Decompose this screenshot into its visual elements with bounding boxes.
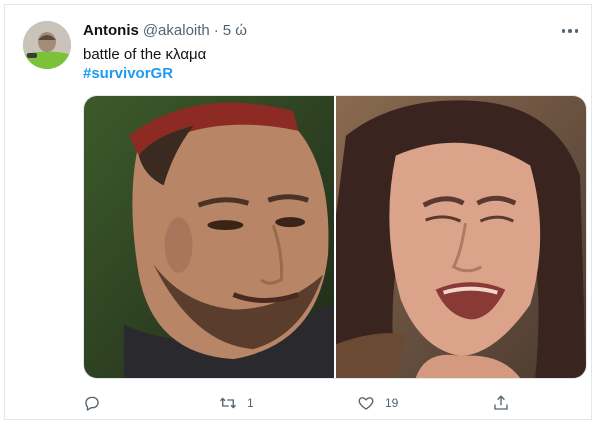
photo-crying-man-icon	[84, 96, 334, 378]
retweet-icon	[220, 397, 236, 409]
retweet-button[interactable]: 1	[219, 391, 254, 415]
media-photo-right[interactable]	[336, 96, 586, 378]
timestamp[interactable]: 5 ώ	[223, 22, 247, 39]
tweet-header: Antonis @akaloith · 5 ώ	[83, 22, 247, 42]
retweet-count: 1	[247, 396, 254, 410]
reply-icon	[85, 396, 99, 411]
media-photo-left[interactable]	[84, 96, 334, 378]
tweet-actions: 1 19	[83, 391, 513, 415]
avatar[interactable]	[23, 21, 71, 69]
like-count: 19	[385, 396, 399, 410]
more-dot-icon	[561, 29, 566, 33]
share-button[interactable]	[492, 391, 510, 415]
display-name[interactable]: Antonis	[83, 22, 139, 39]
user-handle[interactable]: @akaloith	[143, 22, 210, 39]
separator-dot: ·	[213, 22, 219, 39]
reply-button[interactable]	[83, 391, 111, 415]
tweet-text: battle of the κλαμα	[83, 46, 207, 63]
like-button[interactable]: 19	[357, 391, 398, 415]
photo-crying-woman-icon	[336, 96, 586, 378]
heart-icon	[358, 397, 374, 410]
hashtag-link[interactable]: #survivorGR	[83, 64, 173, 84]
share-icon	[494, 395, 508, 410]
media-grid	[83, 95, 587, 379]
tweet-card[interactable]: Antonis @akaloith · 5 ώ battle of the κλ…	[4, 4, 592, 420]
more-dot-icon	[568, 29, 572, 33]
more-dot-icon	[574, 29, 579, 33]
more-options-button[interactable]	[557, 21, 583, 41]
